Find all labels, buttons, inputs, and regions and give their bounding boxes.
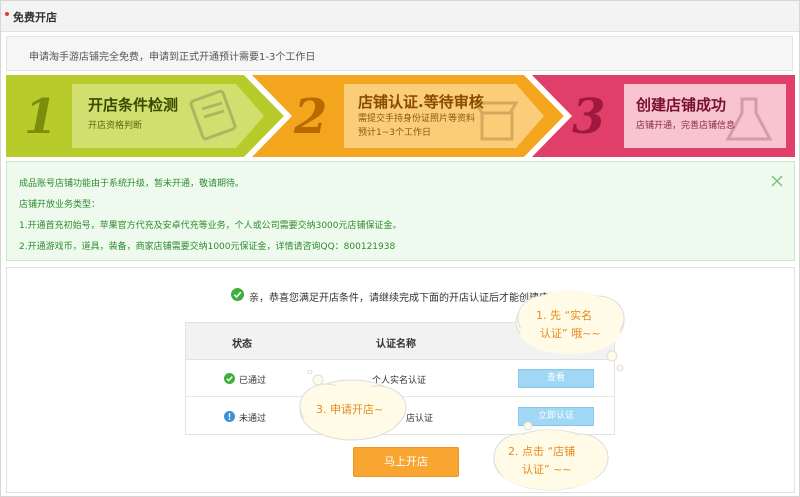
hint-bubble-2: 2. 点击 “店铺 认证” ~~ bbox=[488, 420, 612, 496]
notice-line-1: 成品账号店铺功能由于系统升级，暂未开通，敬请期待。 bbox=[19, 179, 245, 189]
notice-box: 成品账号店铺功能由于系统升级，暂未开通，敬请期待。 店铺开放业务类型： 1.开通… bbox=[6, 161, 795, 261]
hint-bubble-1: 1. 先 “实名 认证” 哦~~ bbox=[512, 282, 628, 374]
step-2-title: 店铺认证.等待审核 bbox=[358, 93, 484, 111]
intro-text: 申请淘手游店铺完全免费，申请到正式开通预计需要1-3个工作日 bbox=[29, 52, 316, 63]
close-icon[interactable] bbox=[770, 174, 784, 188]
row-name: 店认证 bbox=[406, 414, 434, 424]
step-1-title: 开店条件检测 bbox=[88, 96, 179, 114]
bubble-2-line-2: 认证” ~~ bbox=[522, 463, 572, 476]
step-2-desc-2: 预计1~3个工作日 bbox=[358, 128, 431, 138]
row-status: 未通过 bbox=[239, 414, 267, 424]
check-circle-icon bbox=[231, 288, 244, 301]
pass-icon bbox=[224, 373, 235, 384]
row-status: 已通过 bbox=[239, 376, 267, 386]
bubble-2-line-1: 2. 点击 “店铺 bbox=[508, 445, 576, 458]
notice-line-3: 1.开通首充初始号，苹果官方代充及安卓代充等业务，个人或公司需要交纳3000元店… bbox=[19, 221, 402, 231]
page-title: 免费开店 bbox=[13, 11, 57, 24]
step-2-desc-1: 需提交手持身份证照片等资料 bbox=[358, 114, 476, 124]
intro-banner: 申请淘手游店铺完全免费，申请到正式开通预计需要1-3个工作日 bbox=[6, 36, 793, 71]
step-3-desc: 店铺开通，完善店铺信息 bbox=[636, 121, 736, 131]
info-icon bbox=[224, 411, 235, 422]
bubble-3-text: 3. 申请开店~ bbox=[316, 403, 384, 416]
hint-bubble-3: 3. 申请开店~ bbox=[296, 370, 408, 452]
step-1-desc: 开店资格判断 bbox=[88, 121, 143, 131]
notice-line-2: 店铺开放业务类型： bbox=[19, 200, 101, 210]
page-header: 免费开店 bbox=[1, 1, 799, 32]
step-3-title: 创建店铺成功 bbox=[636, 96, 727, 114]
step-1-number: 1 bbox=[24, 89, 58, 145]
step-3-number: 3 bbox=[572, 89, 606, 145]
step-2-number: 2 bbox=[294, 89, 328, 145]
bubble-1-line-1: 1. 先 “实名 bbox=[536, 309, 593, 322]
header-status: 状态 bbox=[232, 339, 252, 350]
notice-line-4: 2.开通游戏币，道具，装备，商家店铺需要交纳1000元保证金，详情请咨询QQ：8… bbox=[19, 242, 396, 252]
bullet-icon bbox=[5, 12, 9, 16]
bubble-1-line-2: 认证” 哦~~ bbox=[540, 327, 601, 340]
steps-banner: 1 开店条件检测 开店资格判断 2 店铺认证.等待审核 需提交手持身份证照片等资… bbox=[6, 75, 795, 157]
header-name: 认证名称 bbox=[376, 339, 416, 350]
